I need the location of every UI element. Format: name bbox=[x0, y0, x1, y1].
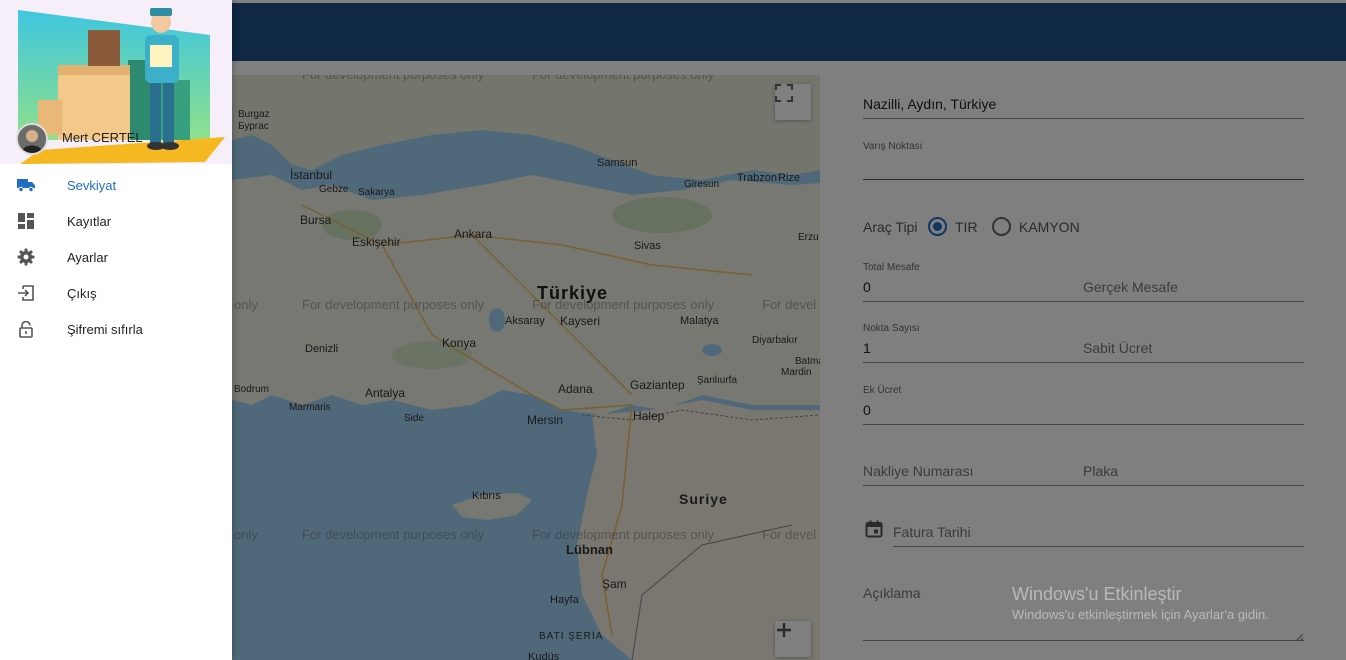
sidebar-item-sifremi-sifirla[interactable]: Şifremi sıfırla bbox=[0, 311, 232, 347]
truck-icon bbox=[17, 176, 35, 194]
avatar[interactable] bbox=[16, 123, 48, 155]
windows-watermark-title: Windows'u Etkinleştir bbox=[1012, 584, 1182, 604]
lock-icon bbox=[17, 320, 35, 338]
logout-icon bbox=[17, 284, 35, 302]
windows-watermark-subtitle: Windows'u etkinleştirmek için Ayarlar'a … bbox=[1012, 607, 1269, 622]
gear-icon bbox=[17, 248, 35, 266]
windows-activation-watermark: Windows'u Etkinleştir Windows'u etkinleş… bbox=[1012, 584, 1269, 622]
sidebar-item-label: Çıkış bbox=[67, 285, 97, 301]
sidebar-item-cikis[interactable]: Çıkış bbox=[0, 275, 232, 311]
sidebar-item-sevkiyat[interactable]: Sevkiyat bbox=[0, 167, 232, 203]
sidebar-item-label: Şifremi sıfırla bbox=[67, 321, 143, 337]
navigation-drawer: Mert CERTEL Sevkiyat Kayıtlar Ayarlar Çı… bbox=[0, 0, 232, 660]
drawer-backdrop[interactable] bbox=[232, 0, 1346, 660]
drawer-header: Mert CERTEL bbox=[0, 0, 232, 164]
sidebar-item-label: Ayarlar bbox=[67, 249, 108, 265]
sidebar-item-label: Sevkiyat bbox=[67, 177, 117, 193]
sidebar-item-ayarlar[interactable]: Ayarlar bbox=[0, 239, 232, 275]
user-name: Mert CERTEL bbox=[62, 130, 143, 145]
sidebar-item-label: Kayıtlar bbox=[67, 213, 112, 229]
dashboard-icon bbox=[17, 212, 35, 230]
sidebar-item-kayitlar[interactable]: Kayıtlar bbox=[0, 203, 232, 239]
